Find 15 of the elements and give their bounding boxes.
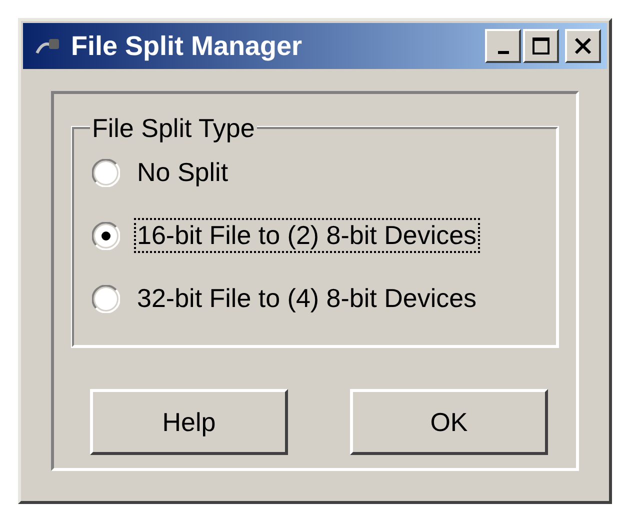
help-button[interactable]: Help (90, 389, 288, 455)
ok-button[interactable]: OK (350, 389, 548, 455)
minimize-icon (498, 50, 508, 54)
option-label[interactable]: 32-bit File to (4) 8-bit Devices (134, 281, 480, 316)
maximize-button[interactable] (523, 29, 559, 63)
radio-button[interactable] (92, 158, 120, 186)
window-title: File Split Manager (71, 30, 304, 62)
close-button[interactable] (565, 29, 601, 63)
maximize-icon (532, 37, 550, 55)
close-icon (574, 37, 592, 55)
radio-button[interactable] (92, 284, 120, 312)
radio-button[interactable] (92, 222, 120, 250)
minimize-button[interactable] (485, 29, 521, 63)
option-label[interactable]: No Split (134, 155, 232, 190)
option-label[interactable]: 16-bit File to (2) 8-bit Devices (134, 218, 480, 253)
